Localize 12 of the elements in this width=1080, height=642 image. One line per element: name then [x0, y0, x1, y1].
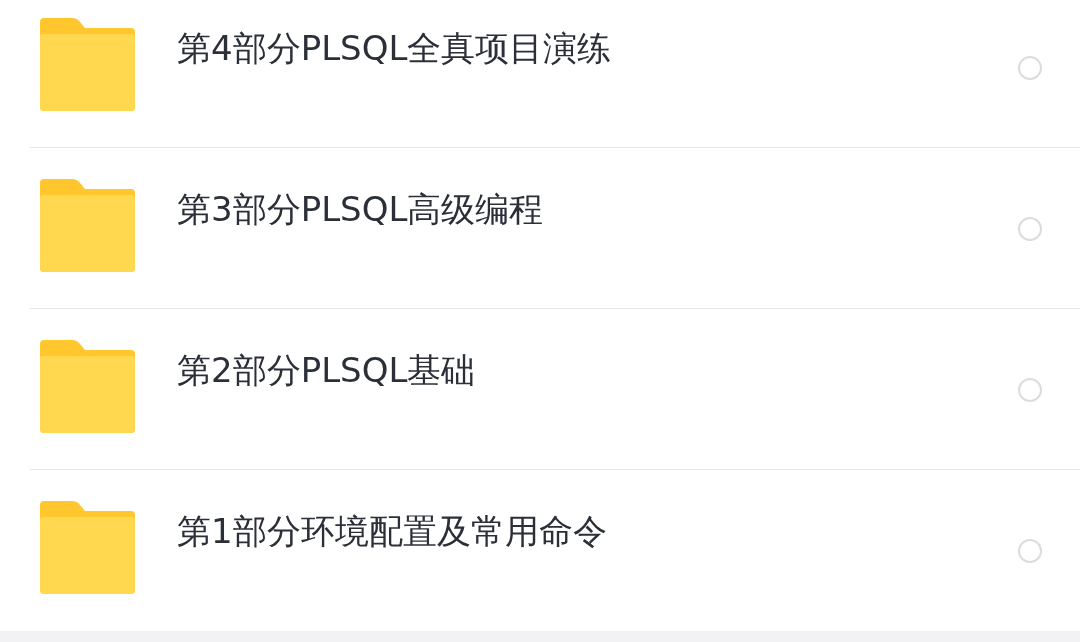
radio-button[interactable]: [1018, 217, 1042, 241]
folder-icon: [40, 501, 135, 594]
folder-name[interactable]: 第1部分环境配置及常用命令: [177, 510, 607, 552]
radio-button[interactable]: [1018, 56, 1042, 80]
radio-button[interactable]: [1018, 378, 1042, 402]
folder-icon: [40, 179, 135, 272]
folder-name[interactable]: 第2部分PLSQL基础: [177, 349, 476, 391]
folder-name[interactable]: 第4部分PLSQL全真项目演练: [177, 27, 612, 69]
folder-icon: [40, 18, 135, 111]
folder-name[interactable]: 第3部分PLSQL高级编程: [177, 188, 544, 230]
radio-button[interactable]: [1018, 539, 1042, 563]
folder-icon: [40, 340, 135, 433]
